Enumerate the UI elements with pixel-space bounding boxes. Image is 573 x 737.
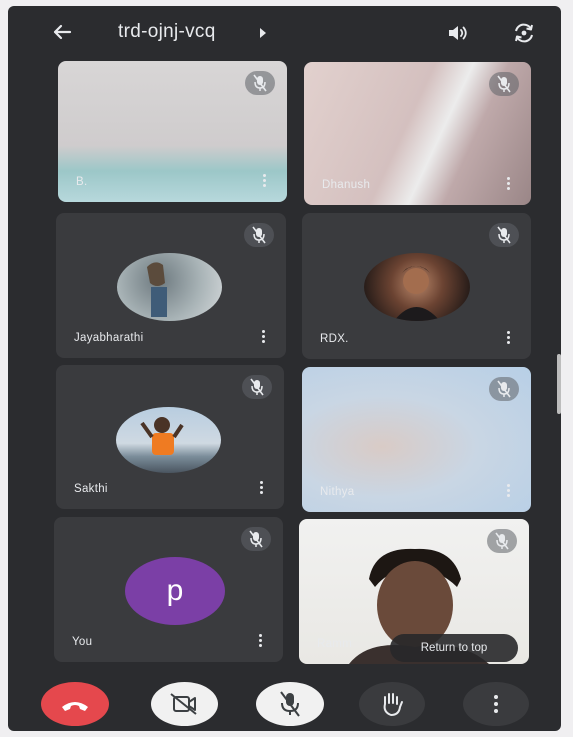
more-vert-icon[interactable]	[503, 175, 513, 193]
participant-tile[interactable]: B.	[58, 61, 287, 202]
more-options-button[interactable]	[463, 682, 529, 726]
avatar	[117, 253, 222, 321]
participant-name: Jayabharathi	[74, 332, 144, 344]
scrollbar[interactable]	[557, 354, 561, 414]
mic-off-icon	[280, 691, 300, 717]
camera-off-button[interactable]	[151, 682, 218, 726]
participant-tile[interactable]: Jayabharathi	[56, 213, 286, 358]
back-arrow-icon[interactable]	[48, 18, 76, 46]
meeting-code[interactable]: trd-ojnj-vcq	[118, 21, 216, 43]
participant-name: RDX.	[320, 333, 349, 345]
participant-name: You	[72, 636, 93, 648]
switch-camera-icon[interactable]	[510, 20, 538, 46]
mic-off-button[interactable]	[256, 682, 324, 726]
avatar: p	[125, 557, 225, 625]
caret-right-icon[interactable]	[260, 28, 266, 38]
mic-off-icon	[245, 71, 275, 95]
speaker-icon[interactable]	[444, 20, 472, 46]
participant-name: B.	[76, 176, 88, 188]
avatar	[364, 253, 470, 321]
participant-name: Ramm	[317, 638, 353, 650]
mic-off-icon	[489, 377, 519, 401]
more-vert-icon[interactable]	[255, 632, 265, 650]
participant-tile-self[interactable]: p You	[54, 517, 283, 662]
mic-off-icon	[242, 375, 272, 399]
more-vert-icon[interactable]	[503, 482, 513, 500]
mic-off-icon	[489, 72, 519, 96]
more-vert-icon[interactable]	[258, 328, 268, 346]
participant-name: Dhanush	[322, 179, 371, 191]
meet-screen: trd-ojnj-vcq B. Dhanush Jayabharathi RDX…	[8, 6, 561, 731]
avatar	[116, 407, 221, 473]
top-bar: trd-ojnj-vcq	[8, 6, 561, 58]
more-vert-icon[interactable]	[503, 329, 513, 347]
raise-hand-button[interactable]	[359, 682, 425, 726]
more-vert-icon[interactable]	[256, 479, 266, 497]
participant-tile[interactable]: RDX.	[302, 213, 531, 359]
more-vert-icon	[494, 695, 498, 713]
more-vert-icon[interactable]	[259, 172, 269, 190]
mic-off-icon	[244, 223, 274, 247]
participant-tile[interactable]: Sakthi	[56, 365, 284, 509]
participant-name: Sakthi	[74, 483, 108, 495]
participant-name: Nithya	[320, 486, 355, 498]
end-call-button[interactable]	[41, 682, 109, 726]
return-to-top-button[interactable]: Return to top	[390, 634, 518, 662]
camera-off-icon	[170, 693, 197, 715]
mic-off-icon	[241, 527, 271, 551]
participant-tile[interactable]: Nithya	[302, 367, 531, 512]
participant-tile[interactable]: Dhanush	[304, 62, 531, 205]
raise-hand-icon	[383, 693, 403, 716]
mic-off-icon	[487, 529, 517, 553]
mic-off-icon	[489, 223, 519, 247]
end-call-icon	[62, 702, 88, 711]
